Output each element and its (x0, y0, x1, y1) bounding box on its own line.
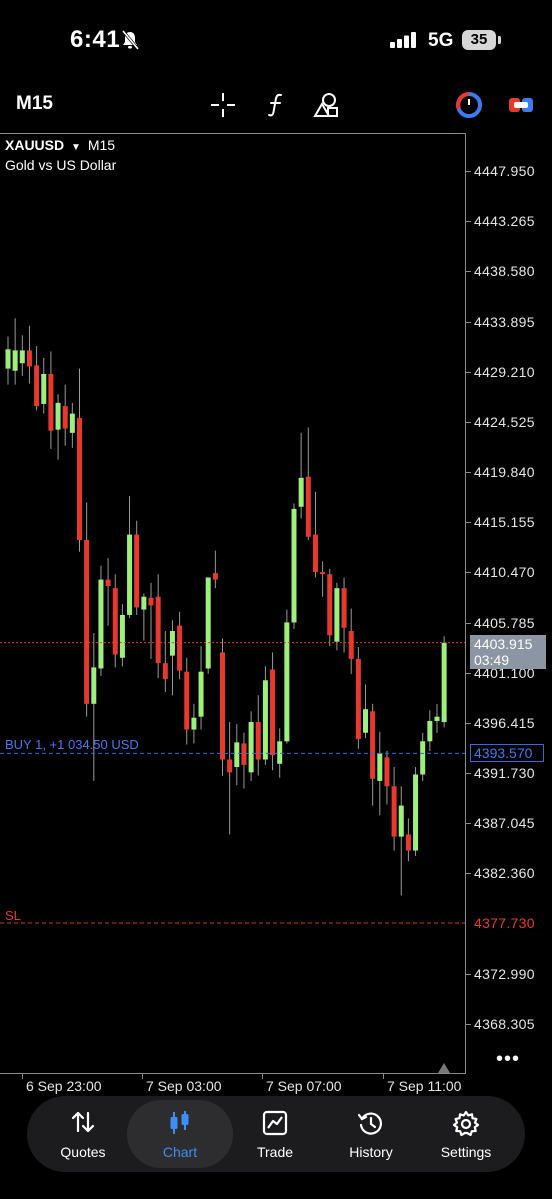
chart-frame (0, 133, 466, 1073)
price-tick (466, 973, 471, 975)
crosshair-icon[interactable] (207, 89, 239, 121)
objects-icon[interactable] (311, 89, 343, 121)
price-label: 4443.265 (474, 213, 535, 230)
cellular-signal-icon (390, 32, 418, 53)
price-label: 4419.840 (474, 464, 535, 481)
time-label: 7 Sep 07:00 (266, 1078, 342, 1094)
symbol-name: XAUUSD (5, 137, 65, 153)
price-label: 4424.525 (474, 413, 535, 430)
tab-label: History (349, 1144, 393, 1160)
chart-area[interactable]: XAUUSD ▼ M15 Gold vs US Dollar 4447.950 4… (0, 133, 552, 1073)
price-label: 4438.580 (474, 263, 535, 280)
price-tick (466, 221, 471, 223)
price-label: 4415.155 (474, 514, 535, 531)
price-label: 4433.895 (474, 313, 535, 330)
trade-icon (262, 1110, 288, 1141)
time-label: 6 Sep 23:00 (26, 1078, 102, 1094)
symbol-description: Gold vs US Dollar (5, 157, 117, 173)
price-tick (466, 622, 471, 624)
tab-label: Quotes (60, 1144, 106, 1160)
scroll-end-icon[interactable] (438, 1063, 450, 1073)
price-tick (466, 472, 471, 474)
status-bar: 6:41 5G 35 (0, 0, 552, 80)
price-label: 4372.990 (474, 965, 535, 982)
indicator-icon[interactable] (260, 89, 292, 121)
price-tick (466, 371, 471, 373)
symbol-timeframe: M15 (87, 137, 116, 153)
price-tick (466, 522, 471, 524)
price-label: 4391.730 (474, 765, 535, 782)
price-tick (466, 271, 471, 273)
time-label: 7 Sep 03:00 (146, 1078, 222, 1094)
bid-price: 4403.915 (474, 636, 533, 652)
time-axis: 6 Sep 23:00 7 Sep 03:00 7 Sep 07:00 7 Se… (0, 1073, 466, 1098)
tab-settings[interactable]: Settings (418, 1100, 514, 1168)
price-label: 4382.360 (474, 865, 535, 882)
tab-label: Chart (162, 1144, 198, 1160)
price-label: 4405.785 (474, 614, 535, 631)
timeframe-button[interactable]: M15 (16, 93, 53, 115)
settings-icon (452, 1110, 480, 1143)
trade-toggle-icon[interactable] (505, 89, 537, 121)
price-tick (466, 722, 471, 724)
tab-chart[interactable]: Chart (127, 1100, 233, 1168)
price-label: 4396.415 (474, 714, 535, 731)
price-tick (466, 171, 471, 172)
time-label: 7 Sep 11:00 (387, 1078, 462, 1094)
buy-price-box: 4393.570 (470, 744, 544, 762)
price-tick (466, 672, 471, 674)
price-tick (466, 421, 471, 423)
tab-trade[interactable]: Trade (227, 1100, 323, 1168)
price-label: 4410.470 (474, 564, 535, 581)
network-type: 5G (428, 30, 454, 51)
history-icon (357, 1110, 385, 1143)
tab-quotes[interactable]: Quotes (35, 1100, 131, 1168)
battery-cap (498, 36, 501, 44)
sl-label[interactable]: SL (5, 908, 21, 923)
price-label: 4429.210 (474, 363, 535, 380)
bar-countdown: 03:49 (474, 652, 510, 668)
price-label: 4387.045 (474, 815, 535, 832)
chart-toolbar: M15 (0, 85, 552, 125)
price-tick (466, 572, 471, 574)
clock-icon[interactable] (453, 89, 485, 121)
price-tick (466, 823, 471, 825)
quotes-icon (70, 1110, 96, 1139)
sl-price-label: 4377.730 (474, 915, 535, 931)
symbol-header[interactable]: XAUUSD ▼ M15 (5, 137, 115, 153)
price-tick (466, 321, 471, 323)
tab-history[interactable]: History (323, 1100, 419, 1168)
chart-icon (168, 1110, 192, 1141)
price-tick (466, 1024, 471, 1025)
status-time: 6:41 (70, 26, 121, 53)
more-dots-icon[interactable]: ••• (496, 1048, 520, 1071)
buy-position-label[interactable]: BUY 1, +1 034.50 USD (5, 737, 139, 752)
price-label: 4368.305 (474, 1016, 535, 1032)
price-tick (466, 873, 471, 875)
tab-label: Settings (440, 1144, 492, 1160)
price-label: 4447.950 (474, 163, 535, 179)
tab-bar: Quotes Chart Trade History Settings (27, 1096, 525, 1172)
dropdown-arrow-icon: ▼ (71, 142, 81, 153)
tab-label: Trade (256, 1144, 294, 1160)
battery-icon: 35 (462, 30, 496, 50)
bid-price-box: 4403.915 03:49 (470, 635, 546, 669)
price-tick (466, 773, 471, 775)
bell-slash-icon (121, 30, 140, 55)
